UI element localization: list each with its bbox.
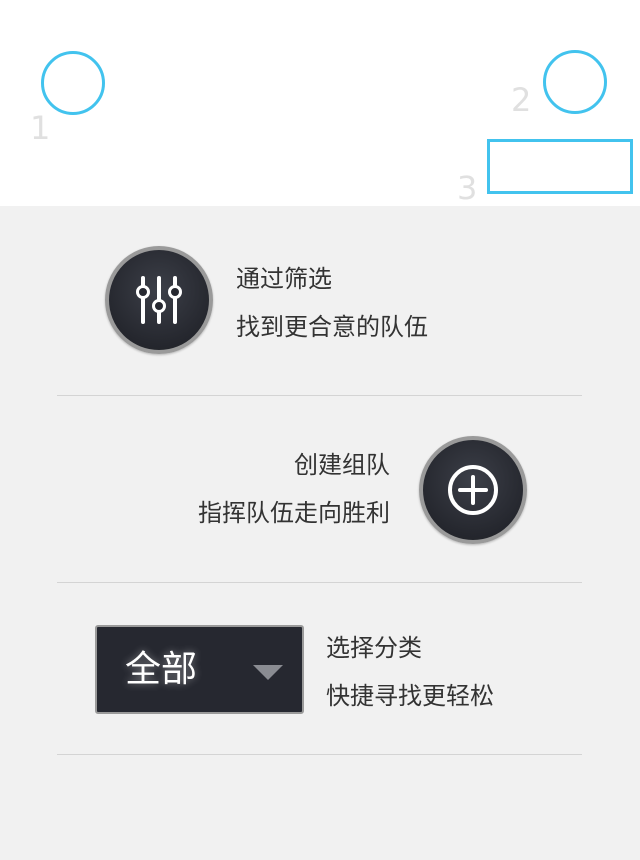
guide-marker-circle-2: [543, 50, 607, 114]
divider-3: [57, 754, 582, 755]
category-dropdown[interactable]: 全部: [95, 625, 304, 714]
divider-1: [57, 395, 582, 396]
filter-description: 通过筛选 找到更合意的队伍: [236, 255, 428, 351]
category-description: 选择分类 快捷寻找更轻松: [326, 624, 494, 720]
create-subtitle: 指挥队伍走向胜利: [198, 499, 390, 527]
guide-marker-rect-3: [487, 139, 633, 194]
guide-marker-circle-1: [41, 51, 105, 115]
top-guide-area: 1 2 3: [0, 0, 640, 206]
category-subtitle: 快捷寻找更轻松: [326, 682, 494, 710]
guide-marker-label-3: 3: [457, 169, 478, 207]
guide-marker-label-2: 2: [511, 81, 532, 119]
create-team-button[interactable]: [419, 436, 527, 544]
sliders-icon: [136, 276, 182, 324]
filter-title: 通过筛选: [236, 265, 332, 293]
create-description: 创建组队 指挥队伍走向胜利: [150, 441, 390, 537]
create-title: 创建组队: [294, 451, 390, 479]
category-dropdown-value: 全部: [125, 649, 198, 690]
filter-button[interactable]: [105, 246, 213, 354]
category-title: 选择分类: [326, 634, 422, 662]
filter-subtitle: 找到更合意的队伍: [236, 313, 428, 341]
plus-circle-icon: [448, 465, 498, 515]
divider-2: [57, 582, 582, 583]
caret-down-icon: [253, 665, 283, 680]
guide-marker-label-1: 1: [30, 109, 51, 147]
